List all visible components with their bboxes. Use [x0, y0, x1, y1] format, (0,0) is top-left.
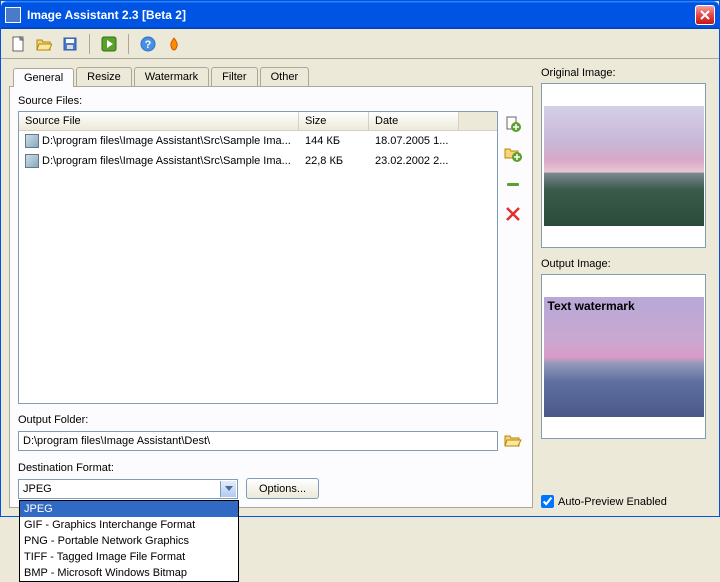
filelist-wrap: Source File Size Date D:\program files\I… — [18, 111, 524, 404]
list-header: Source File Size Date — [19, 112, 497, 131]
image-file-icon — [25, 154, 39, 168]
output-preview — [541, 274, 706, 439]
dropdown-item[interactable]: GIF - Graphics Interchange Format — [20, 517, 238, 533]
col-date[interactable]: Date — [369, 112, 459, 130]
add-file-icon — [504, 115, 522, 133]
tabs: General Resize Watermark Filter Other — [9, 67, 533, 86]
col-source-file[interactable]: Source File — [19, 112, 299, 130]
cell-date: 23.02.2002 2... — [369, 153, 459, 169]
options-button[interactable]: Options... — [246, 478, 319, 499]
svg-text:?: ? — [145, 39, 152, 51]
flame-icon — [166, 36, 182, 52]
window-title: Image Assistant 2.3 [Beta 2] — [27, 8, 695, 22]
cell-path: D:\program files\Image Assistant\Src\Sam… — [42, 155, 291, 167]
add-folder-button[interactable] — [502, 143, 524, 165]
image-file-icon — [25, 134, 39, 148]
dest-format-value: JPEG — [23, 483, 52, 495]
save-button[interactable] — [59, 33, 81, 55]
cell-size: 22,8 КБ — [299, 153, 369, 169]
help-icon: ? — [140, 36, 156, 52]
close-button[interactable] — [695, 5, 715, 25]
output-folder-label: Output Folder: — [18, 414, 524, 426]
cell-size: 144 КБ — [299, 133, 369, 149]
cell-path: D:\program files\Image Assistant\Src\Sam… — [42, 135, 291, 147]
add-file-button[interactable] — [502, 113, 524, 135]
toolbar-separator — [89, 34, 90, 54]
cell-date: 18.07.2005 1... — [369, 133, 459, 149]
list-rows: D:\program files\Image Assistant\Src\Sam… — [19, 131, 497, 403]
output-image-label: Output Image: — [541, 258, 711, 270]
dest-format-combo[interactable]: JPEG JPEG GIF - Graphics Interchange For… — [18, 479, 238, 499]
clear-files-button[interactable] — [502, 203, 524, 225]
left-pane: General Resize Watermark Filter Other So… — [9, 67, 533, 508]
app-window: Image Assistant 2.3 [Beta 2] ? Genera — [0, 0, 720, 517]
output-folder-input[interactable] — [18, 431, 498, 451]
auto-preview-checkbox[interactable] — [541, 495, 554, 508]
output-folder-section: Output Folder: — [18, 414, 524, 452]
tab-resize[interactable]: Resize — [76, 67, 132, 86]
remove-file-button[interactable] — [502, 173, 524, 195]
help-button[interactable]: ? — [137, 33, 159, 55]
output-image — [544, 297, 704, 417]
close-icon — [700, 10, 710, 20]
tab-filter[interactable]: Filter — [211, 67, 257, 86]
run-button[interactable] — [98, 33, 120, 55]
combo-dropdown-button[interactable] — [220, 481, 236, 497]
toolbar-separator — [128, 34, 129, 54]
app-icon — [5, 7, 21, 23]
tab-body: Source Files: Source File Size Date D:\p… — [9, 86, 533, 508]
dropdown-item[interactable]: PNG - Portable Network Graphics — [20, 533, 238, 549]
original-image — [544, 106, 704, 226]
tab-general[interactable]: General — [13, 68, 74, 87]
file-list-buttons — [502, 111, 524, 404]
dropdown-item[interactable]: BMP - Microsoft Windows Bitmap — [20, 565, 238, 581]
auto-preview-row: Auto-Preview Enabled — [541, 495, 711, 508]
original-preview — [541, 83, 706, 248]
dropdown-item[interactable]: JPEG — [20, 501, 238, 517]
dest-format-label: Destination Format: — [18, 462, 524, 474]
folder-open-icon — [36, 36, 52, 52]
minus-icon — [504, 175, 522, 193]
original-image-label: Original Image: — [541, 67, 711, 79]
titlebar: Image Assistant 2.3 [Beta 2] — [1, 1, 719, 29]
col-size[interactable]: Size — [299, 112, 369, 130]
right-pane: Original Image: Output Image: Auto-Previ… — [541, 67, 711, 508]
play-icon — [101, 36, 117, 52]
content-area: General Resize Watermark Filter Other So… — [1, 59, 719, 516]
browse-output-button[interactable] — [502, 430, 524, 452]
open-button[interactable] — [33, 33, 55, 55]
destination-format-section: Destination Format: JPEG JPEG GIF - Grap… — [18, 462, 524, 499]
about-button[interactable] — [163, 33, 185, 55]
auto-preview-label: Auto-Preview Enabled — [558, 496, 667, 508]
format-dropdown: JPEG GIF - Graphics Interchange Format P… — [19, 500, 239, 582]
dropdown-item[interactable]: TIFF - Tagged Image File Format — [20, 549, 238, 565]
delete-x-icon — [504, 205, 522, 223]
table-row[interactable]: D:\program files\Image Assistant\Src\Sam… — [19, 151, 497, 171]
save-icon — [62, 36, 78, 52]
add-folder-icon — [504, 145, 522, 163]
chevron-down-icon — [225, 486, 233, 492]
table-row[interactable]: D:\program files\Image Assistant\Src\Sam… — [19, 131, 497, 151]
new-file-icon — [10, 36, 26, 52]
folder-browse-icon — [504, 432, 522, 450]
tab-other[interactable]: Other — [260, 67, 310, 86]
tab-watermark[interactable]: Watermark — [134, 67, 209, 86]
toolbar: ? — [1, 29, 719, 59]
source-files-label: Source Files: — [18, 95, 524, 107]
new-button[interactable] — [7, 33, 29, 55]
source-file-list[interactable]: Source File Size Date D:\program files\I… — [18, 111, 498, 404]
